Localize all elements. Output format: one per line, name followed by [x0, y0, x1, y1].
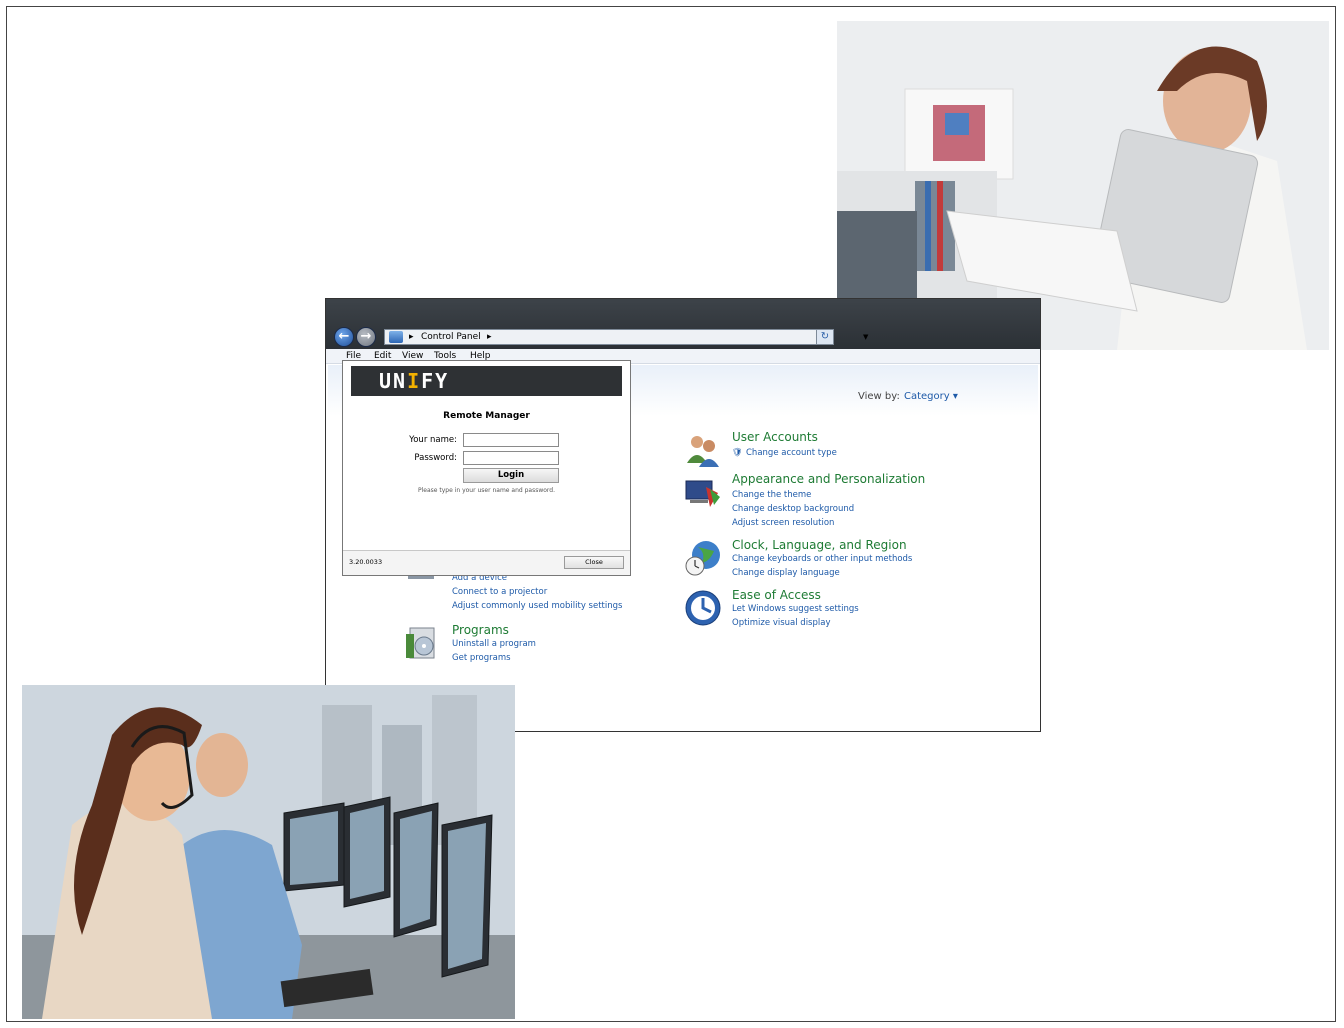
link-adjust-mobility-settings[interactable]: Adjust commonly used mobility settings	[452, 600, 622, 612]
close-button[interactable]: Close	[564, 556, 624, 569]
control-panel-icon	[389, 331, 403, 343]
category-appearance: Appearance and Personalization Change th…	[684, 471, 1024, 531]
window-titlebar: ← → ▸ Control Panel ▸ ▼ ↻	[326, 299, 1040, 349]
link-optimize-visual-display[interactable]: Optimize visual display	[732, 617, 830, 629]
breadcrumb-control-panel[interactable]: Control Panel	[421, 331, 481, 344]
unify-header: UNIFY	[351, 366, 622, 396]
programs-icon	[406, 627, 435, 659]
category-programs: Programs Uninstall a program Get program…	[404, 622, 664, 666]
version-label: 3.20.0033	[349, 558, 383, 566]
link-change-keyboards[interactable]: Change keyboards or other input methods	[732, 553, 912, 565]
chevron-down-icon[interactable]: ▼	[863, 333, 868, 341]
photo-call-center	[22, 685, 515, 1019]
remote-manager-dialog: UNIFY Remote Manager Your name: Password…	[342, 360, 631, 576]
password-label: Password:	[414, 453, 457, 463]
category-ease-of-access: Ease of Access Let Windows suggest setti…	[684, 587, 1024, 631]
shield-icon: 🛡	[732, 448, 743, 458]
breadcrumb-arrow-icon: ▸	[409, 332, 414, 342]
link-change-account-type[interactable]: Change account type	[746, 447, 837, 459]
login-button[interactable]: Login	[463, 468, 559, 483]
username-input[interactable]	[463, 433, 559, 447]
category-title[interactable]: Clock, Language, and Region	[732, 537, 907, 553]
category-user-accounts: User Accounts 🛡 Change account type	[684, 429, 1024, 469]
link-adjust-screen-resolution[interactable]: Adjust screen resolution	[732, 517, 834, 529]
link-get-programs[interactable]: Get programs	[452, 652, 511, 664]
category-title[interactable]: Appearance and Personalization	[732, 471, 925, 487]
view-by-dropdown[interactable]: Category ▾	[904, 391, 958, 402]
username-label: Your name:	[409, 435, 457, 445]
link-change-display-language[interactable]: Change display language	[732, 567, 840, 579]
category-title[interactable]: Ease of Access	[732, 587, 821, 603]
link-change-theme[interactable]: Change the theme	[732, 489, 811, 501]
category-title[interactable]: User Accounts	[732, 429, 818, 445]
link-connect-projector[interactable]: Connect to a projector	[452, 586, 547, 598]
forward-button[interactable]: →	[356, 327, 376, 347]
back-arrow-icon: ←	[338, 329, 350, 344]
ease-of-access-icon	[685, 590, 721, 626]
link-uninstall-program[interactable]: Uninstall a program	[452, 638, 536, 650]
link-let-windows-suggest[interactable]: Let Windows suggest settings	[732, 603, 859, 615]
dialog-title: Remote Manager	[443, 411, 530, 421]
photo-call-center-illustration	[22, 685, 515, 1019]
dialog-footer: 3.20.0033 Close	[343, 550, 630, 575]
view-by-label: View by:	[858, 391, 900, 402]
back-button[interactable]: ←	[334, 327, 354, 347]
category-clock-language-region: Clock, Language, and Region Change keybo…	[684, 537, 1024, 581]
category-title[interactable]: Programs	[452, 622, 509, 638]
address-bar[interactable]: ▸ Control Panel ▸ ▼	[384, 329, 868, 345]
forward-arrow-icon: →	[360, 329, 372, 344]
unify-logo: UNIFY	[379, 369, 450, 393]
login-hint: Please type in your user name and passwo…	[418, 487, 555, 494]
breadcrumb-arrow-icon: ▸	[487, 332, 492, 342]
refresh-button[interactable]: ↻	[816, 329, 834, 345]
user-accounts-icon	[687, 436, 719, 467]
password-input[interactable]	[463, 451, 559, 465]
refresh-icon: ↻	[820, 331, 830, 342]
appearance-icon	[685, 480, 720, 507]
link-change-desktop-background[interactable]: Change desktop background	[732, 503, 854, 515]
globe-clock-icon	[685, 541, 720, 576]
